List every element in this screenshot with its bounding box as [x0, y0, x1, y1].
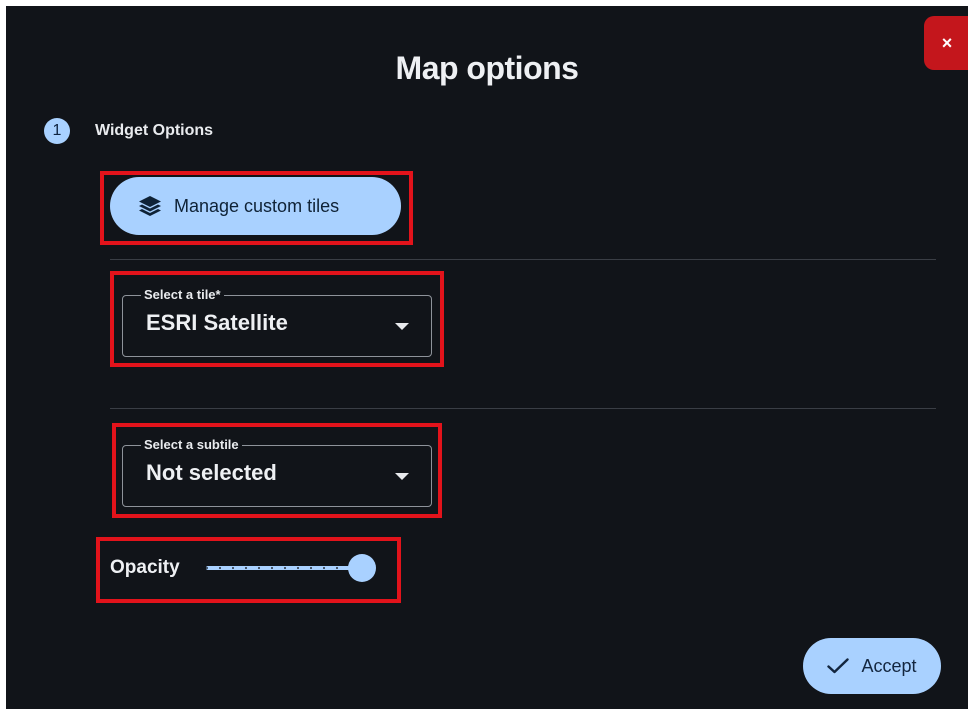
opacity-control: Opacity	[110, 553, 376, 583]
map-options-dialog: Map options × 1 Widget Options Manage cu…	[6, 6, 968, 709]
opacity-label: Opacity	[110, 557, 180, 578]
check-icon	[827, 658, 850, 674]
dialog-title: Map options	[395, 50, 579, 86]
step-label: Widget Options	[95, 122, 214, 139]
opacity-slider-thumb[interactable]	[347, 554, 376, 582]
close-button[interactable]: ×	[924, 16, 968, 70]
manage-custom-tiles-button[interactable]: Manage custom tiles	[110, 177, 401, 235]
accept-button[interactable]: Accept	[803, 638, 941, 694]
tile-select[interactable]: Select a tile* ESRI Satellite	[122, 287, 432, 357]
step-header: 1 Widget Options	[44, 118, 213, 144]
step-number: 1	[44, 118, 70, 144]
subtile-select-legend: Select a subtile	[141, 437, 242, 452]
tile-select-legend: Select a tile*	[141, 287, 224, 302]
accept-label: Accept	[861, 655, 917, 676]
opacity-slider[interactable]	[204, 553, 376, 583]
subtile-select[interactable]: Select a subtile Not selected	[122, 437, 432, 507]
tile-select-value: ESRI Satellite	[146, 310, 288, 335]
divider-1	[110, 259, 936, 260]
close-icon: ×	[941, 32, 953, 53]
manage-custom-tiles-label: Manage custom tiles	[174, 195, 340, 216]
subtile-select-value: Not selected	[146, 460, 277, 485]
subtile-dropdown-arrow-icon	[395, 473, 409, 480]
layers-icon	[139, 196, 161, 216]
opacity-slider-ticks	[205, 567, 356, 569]
divider-2	[110, 408, 936, 409]
tile-dropdown-arrow-icon	[395, 323, 409, 330]
